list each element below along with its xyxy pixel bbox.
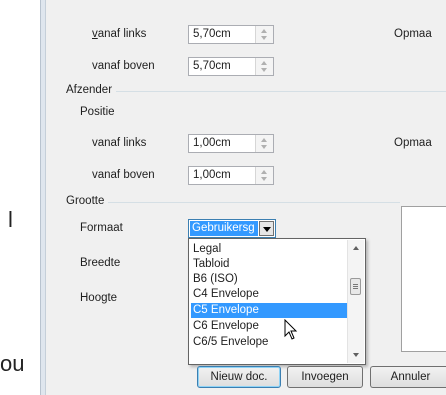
document-background: l ou [0, 0, 40, 395]
sender-options-label: Opmaa [394, 137, 432, 149]
format-selected-value: Gebruikersg [190, 221, 258, 236]
list-item-highlighted[interactable]: C5 Envelope [191, 303, 348, 318]
dropdown-scrollbar[interactable] [347, 240, 364, 363]
arrow-cursor-icon [284, 319, 298, 340]
scrollbar-thumb[interactable] [350, 278, 361, 295]
envelope-preview [401, 206, 446, 352]
cancel-button[interactable]: Annuler [370, 366, 446, 388]
new-document-button[interactable]: Nieuw doc. [197, 366, 281, 388]
sender-from-top-label: vanaf boven [92, 169, 155, 181]
background-text: l [8, 207, 13, 232]
spinner-value: 5,70cm [193, 60, 231, 72]
sender-group-title: Afzender [66, 84, 117, 96]
height-label: Hoogte [80, 292, 118, 304]
spin-arrows-icon[interactable] [255, 167, 273, 184]
insert-button[interactable]: Invoegen [287, 366, 363, 388]
list-item[interactable]: C6 Envelope [191, 319, 348, 334]
size-group-title: Grootte [66, 195, 109, 207]
receiver-options-label: Opmaa [394, 28, 432, 40]
group-divider [66, 202, 400, 203]
receiver-from-left-label: vanaf links [92, 28, 147, 40]
sender-from-left-label: vanaf links [92, 137, 147, 149]
spinner-value: 1,00cm [193, 137, 231, 149]
spinner-value: 1,00cm [193, 169, 231, 181]
format-dropdown-list[interactable]: Legal Tabloid B6 (ISO) C4 Envelope C5 En… [188, 238, 366, 365]
chevron-down-icon[interactable] [259, 221, 274, 236]
format-label: Formaat [80, 222, 123, 234]
list-item[interactable]: B6 (ISO) [191, 272, 348, 287]
sender-from-top-spinner[interactable]: 1,00cm [188, 166, 274, 185]
scroll-up-icon[interactable] [353, 246, 359, 250]
list-item[interactable]: Legal [191, 242, 348, 257]
list-item[interactable]: Tabloid [191, 257, 348, 272]
group-divider [66, 91, 446, 92]
spin-arrows-icon[interactable] [255, 26, 273, 43]
label-text: anaf links [97, 28, 147, 40]
receiver-from-left-spinner[interactable]: 5,70cm [188, 25, 274, 44]
receiver-from-top-spinner[interactable]: 5,70cm [188, 57, 274, 76]
format-combobox[interactable]: Gebruikersg [188, 219, 276, 238]
list-item[interactable]: C6/5 Envelope [191, 335, 348, 350]
sender-position-label: Positie [80, 106, 115, 118]
scroll-down-icon[interactable] [353, 353, 359, 357]
spinner-value: 5,70cm [193, 28, 231, 40]
width-label: Breedte [80, 257, 121, 269]
receiver-from-top-label: vanaf boven [92, 60, 155, 72]
background-text: ou [0, 351, 25, 376]
sender-from-left-spinner[interactable]: 1,00cm [188, 134, 274, 153]
list-item[interactable]: C4 Envelope [191, 287, 348, 302]
spin-arrows-icon[interactable] [255, 58, 273, 75]
spin-arrows-icon[interactable] [255, 135, 273, 152]
